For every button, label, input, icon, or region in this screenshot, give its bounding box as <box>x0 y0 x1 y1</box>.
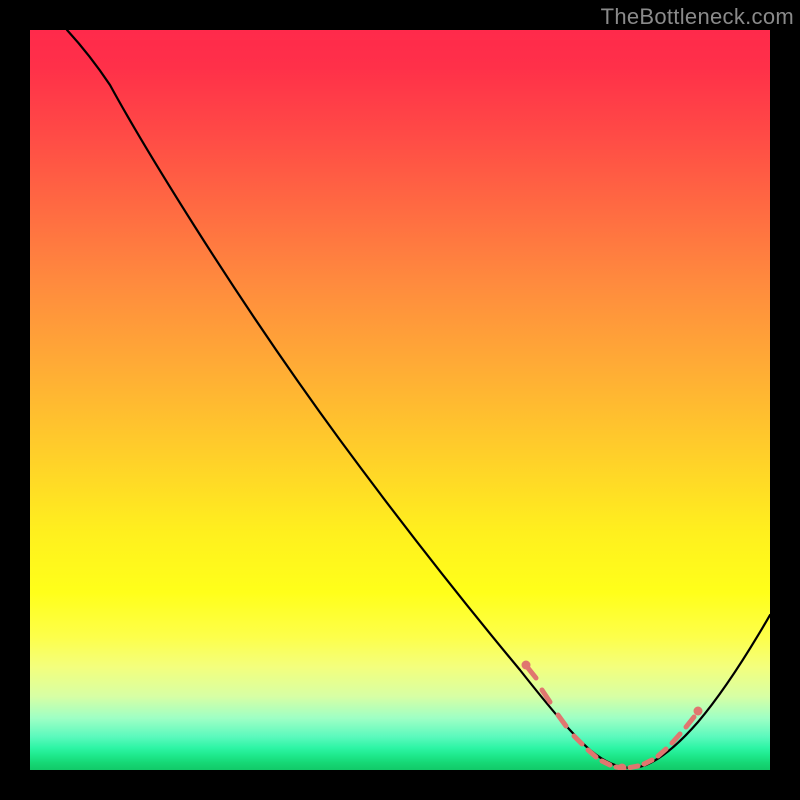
bottleneck-curve-path <box>67 30 770 768</box>
highlight-markers <box>522 661 703 771</box>
curve-overlay <box>30 30 770 770</box>
plot-area <box>30 30 770 770</box>
watermark-text: TheBottleneck.com <box>601 4 794 30</box>
chart-frame: TheBottleneck.com <box>0 0 800 800</box>
